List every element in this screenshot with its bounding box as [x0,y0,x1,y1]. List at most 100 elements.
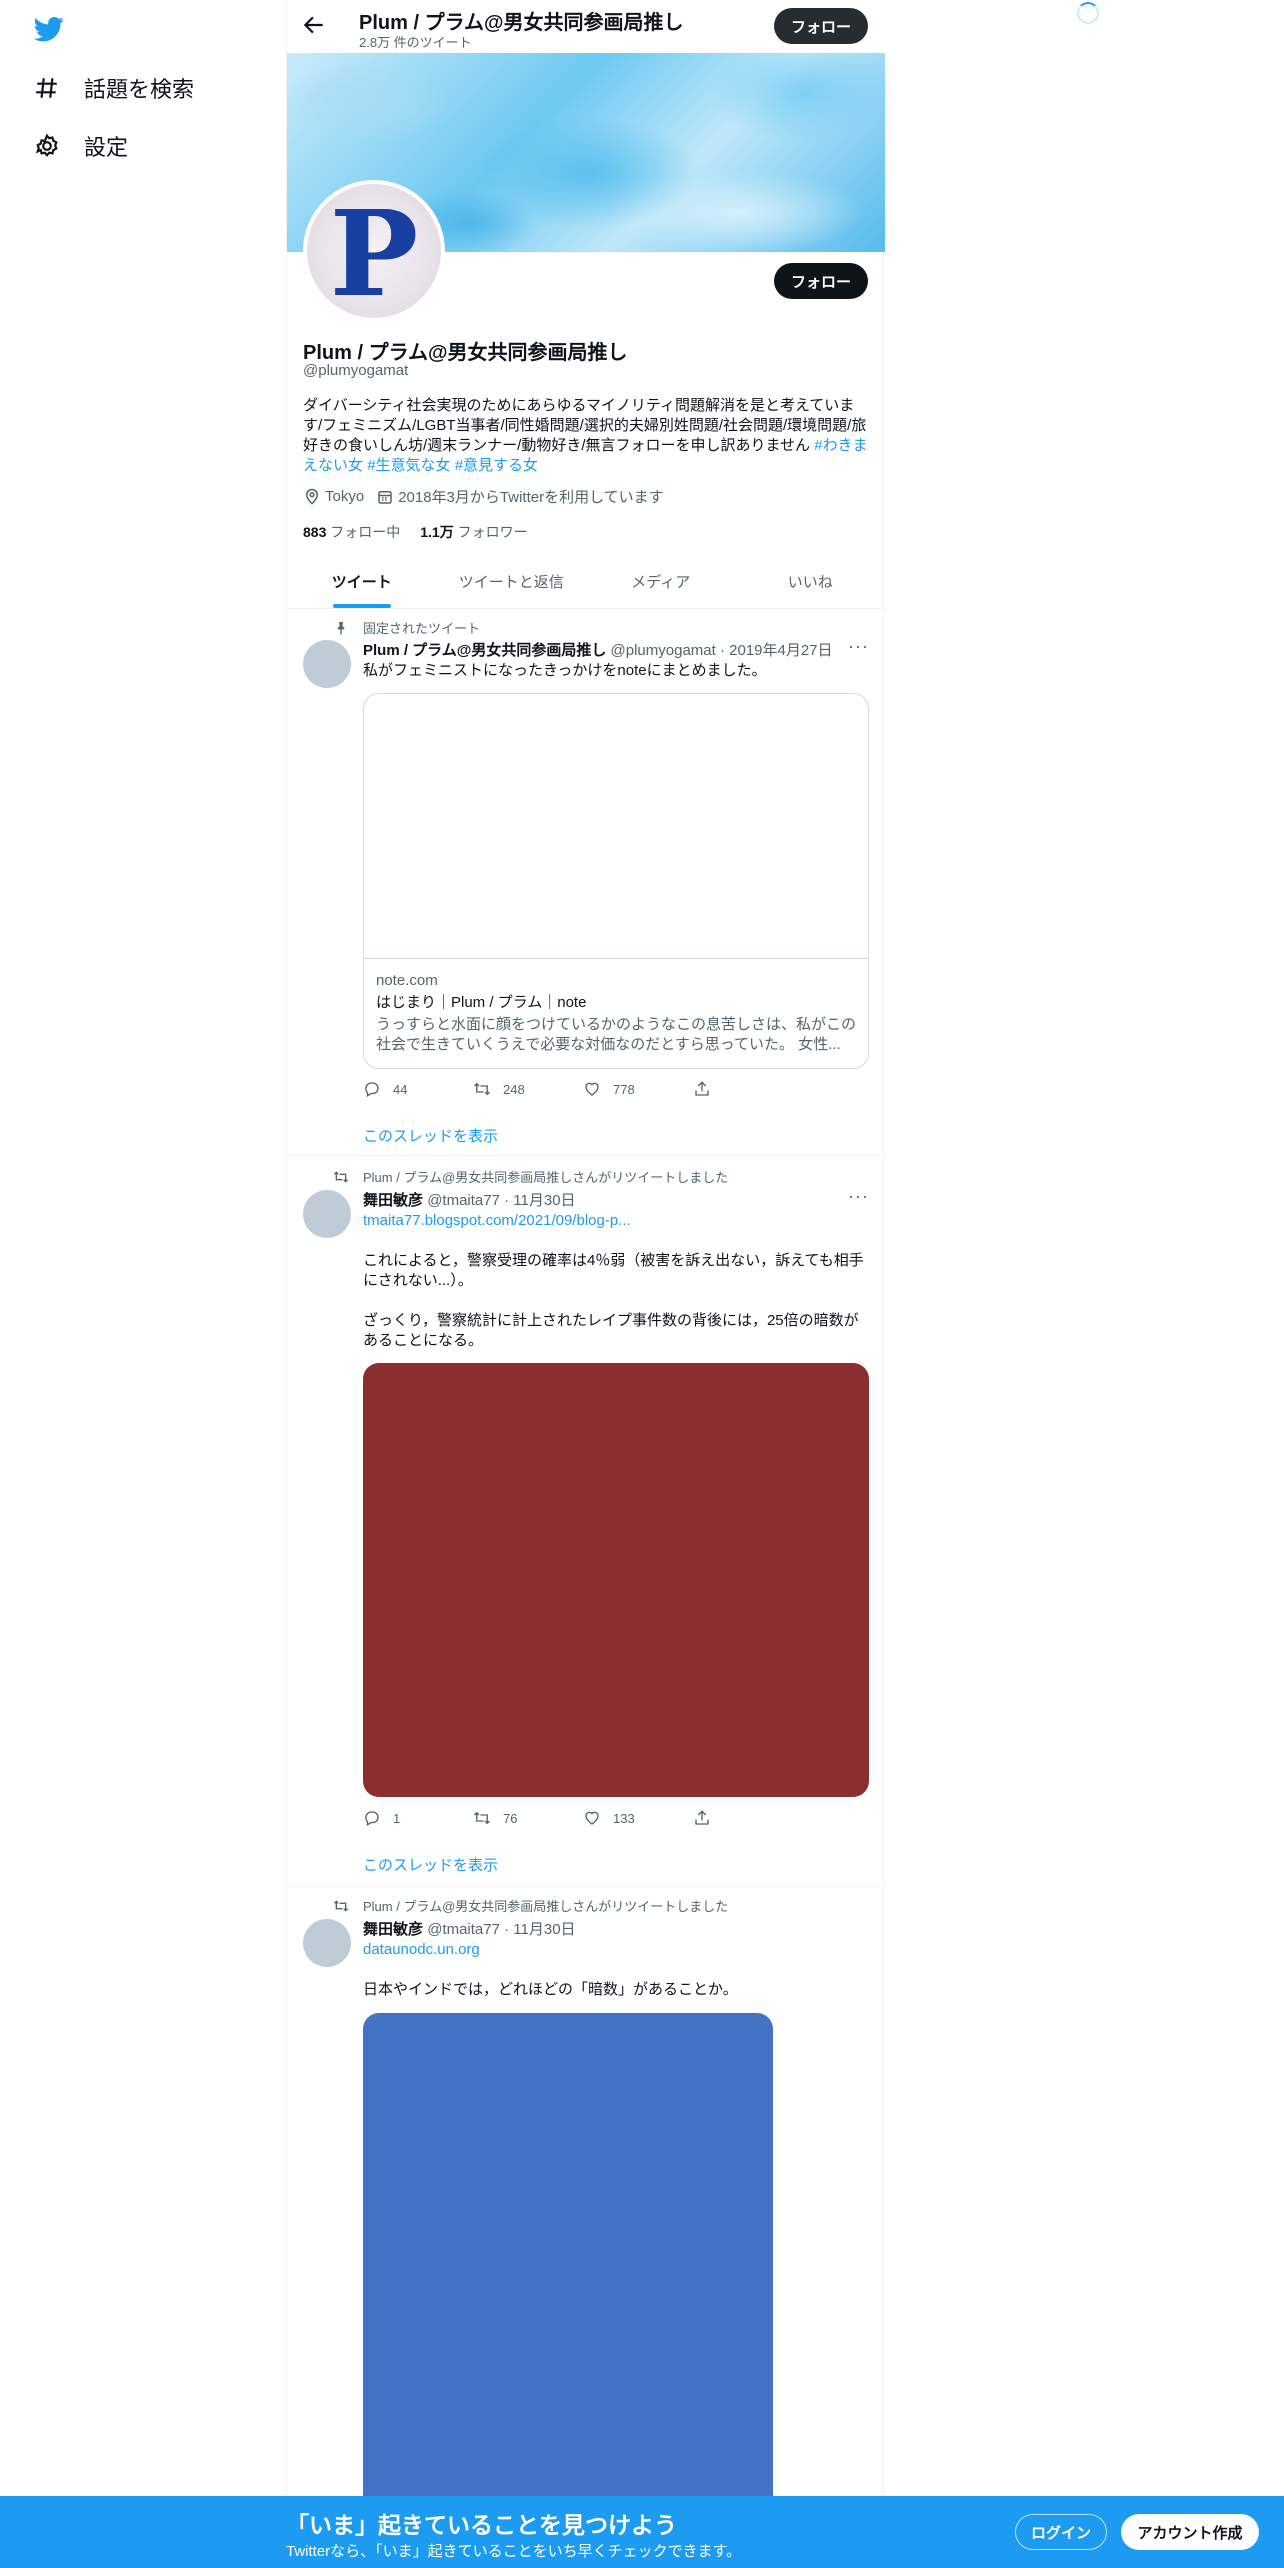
tweet-actions: 1 76 133 [363,1809,803,1827]
tab-media[interactable]: メディア [586,555,736,608]
sidebar-item-explore[interactable]: 話題を検索 [34,72,194,104]
following-label: フォロー中 [330,524,401,540]
calendar-icon [378,490,392,504]
location-text: Tokyo [325,488,365,505]
card-image [364,694,868,959]
reply-button[interactable]: 1 [363,1809,473,1827]
pin-icon [337,621,345,635]
share-button[interactable] [693,1080,803,1098]
sidebar-item-label: 設定 [84,135,129,160]
tweet-header: 舞田敏彦 @tmaita77 · 11月30日 [363,1189,576,1210]
like-count: 133 [613,1810,635,1826]
followers-label: フォロワー [457,524,528,540]
author-name[interactable]: 舞田敏彦 [363,1921,423,1938]
tweet-link[interactable]: dataunodc.un.org [363,1940,869,1960]
more-options-icon[interactable]: ··· [848,636,869,657]
tab-tweets-replies[interactable]: ツイートと返信 [437,555,587,608]
like-count: 778 [613,1081,635,1097]
tweet-link[interactable]: tmaita77.blogspot.com/2021/09/blog-p... [363,1211,869,1231]
avatar-letter: P [329,184,419,322]
reply-count: 44 [393,1081,408,1097]
tweet-header: Plum / プラム@男女共同参画局推し @plumyogamat · 2019… [363,639,833,660]
location-pin-icon [305,488,319,505]
share-button[interactable] [693,1809,803,1827]
hashtag-link[interactable]: #生意気な女 [367,457,450,474]
tweet-actions: 44 248 778 [363,1080,803,1098]
joined-text: 2018年3月からTwitterを利用しています [398,489,664,506]
tweet-retweet[interactable]: Plum / プラム@男女共同参画局推しさんがリツイートしました 舞田敏彦 @t… [287,1888,885,2568]
sidebar-item-label: 話題を検索 [84,77,195,102]
tweet-pinned[interactable]: 固定されたツイート Plum / プラム@男女共同参画局推し @plumyoga… [287,610,885,1156]
pinned-label: 固定されたツイート [337,618,481,637]
back-arrow-icon[interactable] [301,12,327,38]
followers-count: 1.1万 [420,524,454,540]
profile-header-bar: Plum / プラム@男女共同参画局推し 2.8万 件のツイート フォロー [287,0,885,53]
retweet-icon [474,1082,490,1096]
retweet-count: 76 [503,1810,518,1826]
card-domain: note.com [376,972,438,989]
tweet-image[interactable] [363,2013,773,2568]
main-column: Plum / プラム@男女共同参画局推し 2.8万 件のツイート フォロー P … [286,0,885,2568]
following-count: 883 [303,524,327,540]
author-name[interactable]: Plum / プラム@男女共同参画局推し [363,642,606,659]
reply-count: 1 [393,1810,401,1826]
handle-date[interactable]: @tmaita77 · 11月30日 [427,1921,575,1938]
retweet-button[interactable]: 76 [473,1809,583,1827]
follow-button[interactable]: フォロー [774,263,868,299]
tweet-text: 日本やインドでは，どれほどの「暗数」があることか。 [363,1981,738,1998]
tweet-image[interactable] [363,1363,869,1797]
reply-icon [365,1082,379,1097]
link-card[interactable]: note.com はじまり｜Plum / プラム｜note うっすらと水面に顔を… [363,693,869,1069]
followers-link[interactable]: 1.1万 フォロワー [420,522,527,542]
avatar[interactable] [303,640,351,688]
context-text: Plum / プラム@男女共同参画局推しさんがリツイートしました [363,1170,729,1185]
header-follow-button[interactable]: フォロー [774,8,868,44]
twitter-logo-icon[interactable] [32,14,66,44]
tweet-header: 舞田敏彦 @tmaita77 · 11月30日 [363,1918,576,1939]
tweet-count: 2.8万 件のツイート [359,35,472,50]
show-thread-link[interactable]: このスレッドを表示 [363,1125,498,1146]
handle-date[interactable]: @plumyogamat · 2019年4月27日 [611,642,833,659]
handle-date[interactable]: @tmaita77 · 11月30日 [427,1192,575,1209]
retweet-icon [333,1899,349,1912]
signup-button[interactable]: アカウント作成 [1121,2514,1259,2550]
author-name[interactable]: 舞田敏彦 [363,1192,423,1209]
heart-icon [585,1082,599,1096]
reply-button[interactable]: 44 [363,1080,473,1098]
profile-avatar[interactable]: P [303,180,445,322]
card-body: note.com はじまり｜Plum / プラム｜note うっすらと水面に顔を… [364,959,868,1067]
retweet-button[interactable]: 248 [473,1080,583,1098]
tweet-retweet[interactable]: Plum / プラム@男女共同参画局推しさんがリツイートしました 舞田敏彦 @t… [287,1157,885,1887]
login-button[interactable]: ログイン [1015,2514,1107,2550]
retweet-context: Plum / プラム@男女共同参画局推しさんがリツイートしました [333,1167,729,1186]
tab-tweets[interactable]: ツイート [287,555,437,608]
share-icon [695,1081,709,1096]
show-thread-link[interactable]: このスレッドを表示 [363,1854,498,1875]
following-link[interactable]: 883 フォロー中 [303,522,400,542]
avatar[interactable] [303,1190,351,1238]
more-options-icon[interactable]: ··· [848,1186,869,1207]
retweet-icon [333,1170,349,1183]
profile-name: Plum / プラム@男女共同参画局推し [303,342,628,364]
signup-bottom-bar: 「いま」起きていることを見つけよう Twitterなら、「いま」起きていることを… [0,2496,1284,2568]
context-text: 固定されたツイート [363,621,481,636]
retweet-count: 248 [503,1081,525,1097]
profile-location: Tokyo [303,488,364,506]
retweet-context: Plum / プラム@男女共同参画局推しさんがリツイートしました [333,1896,728,1915]
tab-likes[interactable]: いいね [736,555,886,608]
profile-bio: ダイバーシティ社会実現のためにあらゆるマイノリティ問題解消を是と考えています/フ… [303,396,869,476]
bottom-bar-subtitle: Twitterなら、「いま」起きていることをいち早くチェックできます。 [286,2543,742,2560]
profile-meta: Tokyo 2018年3月からTwitterを利用しています [303,486,664,507]
tweet-text: これによると，警察受理の確率は4％弱（被害を訴え出ない，訴えても相手にされない.… [363,1252,864,1289]
like-button[interactable]: 133 [583,1809,693,1827]
like-button[interactable]: 778 [583,1080,693,1098]
header-title: Plum / プラム@男女共同参画局推し [359,12,684,34]
profile-tabs: ツイート ツイートと返信 メディア いいね [287,555,885,609]
hashtag-icon [36,78,57,98]
bio-text: ダイバーシティ社会実現のためにあらゆるマイノリティ問題解消を是と考えています/フ… [303,397,867,454]
sidebar-item-settings[interactable]: 設定 [34,130,128,162]
card-description: うっすらと水面に顔をつけているかのようなこの息苦しさは、私がこの社会で生きていく… [376,1016,856,1053]
hashtag-link[interactable]: #意見する女 [455,457,538,474]
avatar[interactable] [303,1919,351,1967]
card-title: はじまり｜Plum / プラム｜note [376,994,587,1011]
